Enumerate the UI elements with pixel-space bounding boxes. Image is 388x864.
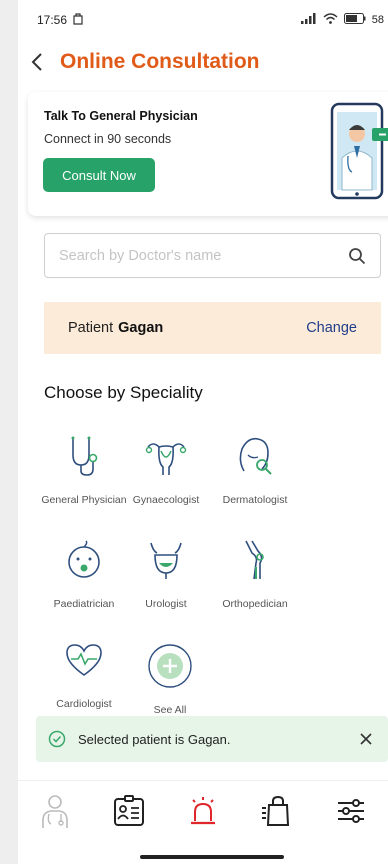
battery-level: 58 bbox=[371, 14, 384, 26]
nav-records[interactable] bbox=[107, 789, 151, 833]
patient-label: Patient bbox=[68, 320, 114, 336]
consult-card-subtitle: Connect in 90 seconds bbox=[44, 132, 172, 146]
speciality-paediatrician[interactable]: Paediatrician bbox=[41, 537, 127, 612]
consult-card-title: Talk To General Physician bbox=[44, 109, 198, 123]
face-magnifier-icon bbox=[239, 437, 272, 475]
stethoscope-icon bbox=[71, 436, 98, 476]
settings-sliders-icon bbox=[338, 798, 364, 823]
nav-doctor[interactable] bbox=[33, 789, 77, 833]
speciality-label: Orthopedician bbox=[222, 598, 288, 610]
id-card-icon bbox=[114, 794, 144, 826]
speciality-general-physician[interactable]: General Physician bbox=[41, 433, 127, 508]
plus-circle-icon bbox=[148, 644, 192, 688]
back-arrow-icon bbox=[31, 53, 42, 71]
doctor-search-input[interactable]: Search by Doctor's name bbox=[44, 233, 381, 278]
knee-joint-icon bbox=[245, 540, 264, 580]
uterus-icon bbox=[145, 443, 187, 475]
consult-card: Talk To General Physician Connect in 90 … bbox=[28, 92, 388, 216]
speciality-label: Dermatologist bbox=[222, 494, 288, 506]
patient-selected-toast: Selected patient is Gagan. bbox=[36, 716, 388, 762]
search-placeholder: Search by Doctor's name bbox=[59, 247, 222, 264]
signal-icon bbox=[300, 13, 317, 27]
speciality-section-title: Choose by Speciality bbox=[44, 383, 203, 402]
doctor-phone-illustration bbox=[326, 100, 388, 202]
app-header: Online Consultation bbox=[18, 44, 388, 80]
page-title: Online Consultation bbox=[60, 50, 260, 73]
speciality-cardiologist[interactable]: Cardiologist bbox=[41, 637, 127, 712]
battery-icon bbox=[343, 13, 366, 27]
shopping-bag-icon bbox=[262, 795, 290, 826]
notification-icon bbox=[73, 12, 83, 28]
baby-face-icon bbox=[68, 540, 100, 578]
selected-patient-bar: Patient Gagan Change bbox=[44, 302, 381, 354]
speciality-label: Paediatrician bbox=[53, 598, 115, 610]
speciality-gynaecologist[interactable]: Gynaecologist bbox=[123, 433, 209, 508]
toast-message: Selected patient is Gagan. bbox=[78, 731, 231, 747]
app-screen: 17:56 58 Online Consultation Talk To Gen… bbox=[18, 0, 388, 864]
search-icon[interactable] bbox=[348, 247, 366, 265]
speciality-label: Urologist bbox=[145, 598, 187, 610]
nav-emergency[interactable] bbox=[181, 789, 225, 833]
speciality-label: Cardiologist bbox=[56, 698, 112, 710]
bladder-icon bbox=[150, 542, 182, 579]
toast-close-button[interactable] bbox=[356, 729, 376, 749]
speciality-see-all[interactable]: See All bbox=[127, 643, 213, 718]
speciality-label: Gynaecologist bbox=[132, 494, 200, 506]
nav-settings[interactable] bbox=[329, 789, 373, 833]
wifi-icon bbox=[323, 13, 338, 27]
heart-pulse-icon bbox=[66, 644, 102, 676]
change-patient-link[interactable]: Change bbox=[306, 320, 357, 336]
speciality-urologist[interactable]: Urologist bbox=[123, 537, 209, 612]
status-time: 17:56 bbox=[37, 13, 68, 27]
back-button[interactable] bbox=[18, 44, 56, 80]
emergency-siren-icon bbox=[191, 796, 215, 824]
check-circle-icon bbox=[48, 730, 66, 748]
speciality-dermatologist[interactable]: Dermatologist bbox=[212, 433, 298, 508]
bottom-nav bbox=[18, 780, 388, 840]
speciality-label: General Physician bbox=[41, 494, 127, 506]
patient-name: Gagan bbox=[118, 320, 164, 336]
consult-now-button[interactable]: Consult Now bbox=[43, 158, 155, 192]
home-indicator[interactable] bbox=[140, 855, 284, 859]
close-icon bbox=[360, 733, 372, 745]
doctor-icon bbox=[42, 794, 68, 828]
speciality-orthopedician[interactable]: Orthopedician bbox=[212, 537, 298, 612]
status-bar: 17:56 58 bbox=[18, 0, 388, 40]
nav-shop[interactable] bbox=[255, 789, 299, 833]
